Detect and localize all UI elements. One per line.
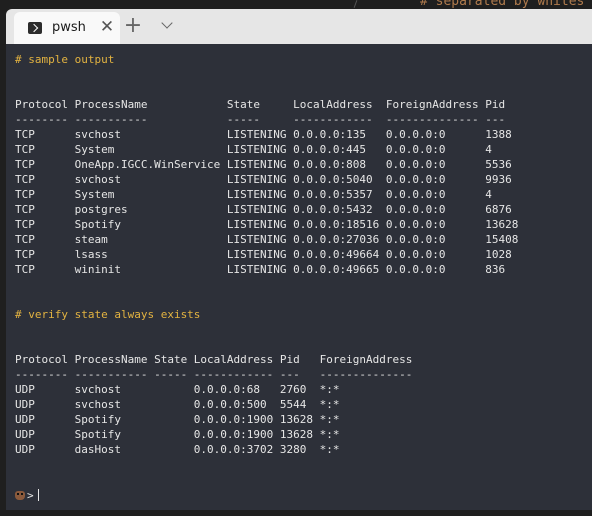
terminal-output-line: TCP OneApp.IGCC.WinService LISTENING 0.0… <box>15 158 512 171</box>
terminal-output-line: TCP postgres LISTENING 0.0.0.0:5432 0.0.… <box>15 203 512 216</box>
terminal-pane[interactable]: # sample output Protocol ProcessName Stat… <box>6 44 592 510</box>
powershell-icon <box>28 22 42 34</box>
background-editor-text: # separated by whites <box>420 0 585 9</box>
terminal-comment-line: # sample output <box>15 53 115 66</box>
chevron-down-icon[interactable] <box>159 15 177 37</box>
terminal-output-line: UDP svchost 0.0.0.0:68 2760 *:* <box>15 383 340 396</box>
terminal-output-line: UDP Spotify 0.0.0.0:1900 13628 *:* <box>15 413 340 426</box>
background-bottom-strip <box>6 510 592 516</box>
terminal-output-line: -------- ----------- ----- ------------ … <box>15 113 506 126</box>
terminal-output-line: Protocol ProcessName State LocalAddress … <box>15 353 413 366</box>
terminal-output-line: TCP svchost LISTENING 0.0.0.0:135 0.0.0.… <box>15 128 512 141</box>
terminal-output-line: TCP lsass LISTENING 0.0.0.0:49664 0.0.0.… <box>15 248 512 261</box>
text-cursor <box>37 489 39 501</box>
prompt-line[interactable]: > <box>15 488 39 503</box>
background-divider <box>353 0 358 8</box>
tab-bar: pwsh ✕ + <box>6 9 592 44</box>
terminal-output-line: UDP Spotify 0.0.0.0:1900 13628 *:* <box>15 428 340 441</box>
terminal-comment-line: # verify state always exists <box>15 308 201 321</box>
beaver-prompt-icon <box>15 491 25 500</box>
terminal-output: # sample output Protocol ProcessName Stat… <box>15 52 518 457</box>
terminal-output-line: TCP Spotify LISTENING 0.0.0.0:18516 0.0.… <box>15 218 519 231</box>
close-icon[interactable]: ✕ <box>98 18 116 36</box>
terminal-output-line: Protocol ProcessName State LocalAddress … <box>15 98 506 111</box>
new-tab-button[interactable]: + <box>122 15 144 37</box>
tab-title: pwsh <box>52 20 86 35</box>
terminal-output-line: UDP dasHost 0.0.0.0:3702 3280 *:* <box>15 443 340 456</box>
terminal-output-line: TCP wininit LISTENING 0.0.0.0:49665 0.0.… <box>15 263 506 276</box>
terminal-output-line: TCP System LISTENING 0.0.0.0:5357 0.0.0.… <box>15 188 492 201</box>
terminal-output-line: TCP steam LISTENING 0.0.0.0:27036 0.0.0.… <box>15 233 519 246</box>
terminal-output-line: TCP System LISTENING 0.0.0.0:445 0.0.0.0… <box>15 143 492 156</box>
prompt-symbol: > <box>27 489 34 502</box>
tab-pwsh[interactable]: pwsh ✕ <box>14 12 120 44</box>
terminal-window: # separated by whites pwsh ✕ + # sample … <box>0 0 592 516</box>
terminal-output-line: -------- ----------- ----- ------------ … <box>15 368 413 381</box>
terminal-output-line: TCP svchost LISTENING 0.0.0.0:5040 0.0.0… <box>15 173 512 186</box>
terminal-output-line: UDP svchost 0.0.0.0:500 5544 *:* <box>15 398 340 411</box>
